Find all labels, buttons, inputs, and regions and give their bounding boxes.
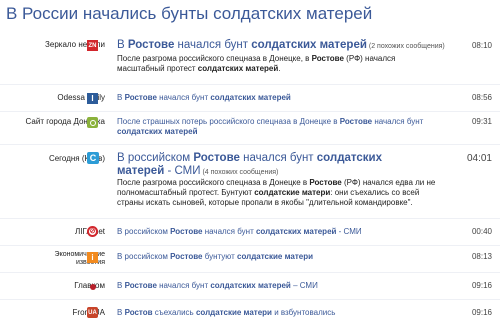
text-fragment: В российском: [117, 227, 171, 236]
text-fragment: начался бунт: [174, 39, 252, 51]
keyword-highlight: Ростове: [339, 117, 373, 126]
story-row-glavkom: Главком В Ростове начался бунт солдатски…: [0, 276, 500, 298]
story-row-zerkalo: Зеркало недели ZN В Ростове начался бунт…: [0, 36, 500, 86]
story-title[interactable]: После страшных потерь российского спецна…: [117, 117, 452, 137]
segodnya-icon: C: [87, 152, 99, 164]
liga-net-icon: ⊘: [87, 226, 98, 237]
divider: [0, 272, 500, 273]
text-fragment: - СМИ: [164, 165, 201, 177]
story-title[interactable]: В Ростове начался бунт солдатских матере…: [117, 93, 447, 103]
text-fragment: После разгрома российского спецназа в До…: [117, 178, 310, 187]
text-fragment: После страшных потерь российского спецна…: [117, 117, 340, 126]
text-fragment: и взбунтовались: [271, 308, 336, 317]
divider: [0, 245, 500, 246]
keyword-highlight: солдатские матери: [237, 252, 314, 261]
story-time: 00:40: [471, 227, 492, 236]
keyword-highlight: Ростов: [124, 308, 153, 317]
story-title[interactable]: В российском Ростове бунтуют солдатские …: [117, 252, 447, 262]
divider: [0, 144, 500, 145]
keyword-highlight: солдатских матерей: [251, 39, 367, 51]
economic-news-icon: i: [87, 252, 98, 263]
story-row-donetsk: Сайт города Донецка После страшных потер…: [0, 113, 500, 143]
keyword-highlight: Ростове: [311, 54, 344, 63]
text-fragment: В: [117, 39, 128, 51]
from-ua-icon: UA: [87, 307, 98, 318]
story-row-from-ua: From-UA UA В Ростов съехались солдатские…: [0, 302, 500, 324]
text-fragment: бунтуют: [202, 252, 237, 261]
keyword-highlight: солдатских матерей: [210, 281, 291, 290]
glavkom-icon: [87, 281, 98, 292]
story-title[interactable]: В Ростове начался бунт солдатских матере…: [117, 39, 447, 53]
keyword-highlight: солдатские матери: [195, 308, 272, 317]
keyword-highlight: Ростове: [170, 227, 203, 236]
keyword-highlight: Ростове: [309, 178, 342, 187]
story-time: 08:56: [471, 93, 492, 102]
keyword-highlight: Ростове: [124, 281, 157, 290]
keyword-highlight: Ростове: [170, 252, 203, 261]
keyword-highlight: солдатских матерей: [255, 227, 337, 236]
story-title[interactable]: В российском Ростове начался бунт солдат…: [117, 152, 417, 179]
story-time: 09:16: [471, 308, 492, 317]
text-fragment: В: [117, 308, 125, 317]
keyword-highlight: солдатских матерей: [197, 64, 279, 73]
text-fragment: начался бунт: [202, 227, 256, 236]
divider: [0, 111, 500, 112]
story-row-liga: ЛІГА.net ⊘ В российском Ростове начался …: [0, 220, 500, 244]
text-fragment: начался бунт: [372, 117, 424, 126]
story-row-segodnya: Сегодня (Киев) C В российском Ростове на…: [0, 148, 500, 208]
story-title[interactable]: В Ростов съехались солдатские матери и в…: [117, 308, 447, 318]
similar-count[interactable]: (4 похожих сообщения): [201, 169, 278, 176]
zn-icon: ZN: [87, 40, 98, 51]
text-fragment: начался бунт: [156, 281, 211, 290]
text-fragment: – СМИ: [290, 281, 318, 290]
similar-count[interactable]: (2 похожих сообщения): [367, 43, 445, 50]
keyword-highlight: Ростове: [193, 152, 240, 164]
story-time: 04:01: [466, 153, 492, 164]
text-fragment: В российском: [117, 252, 171, 261]
text-fragment: съехались: [152, 308, 196, 317]
keyword-highlight: Ростове: [124, 93, 157, 102]
odessa-daily-icon: I: [87, 93, 98, 104]
text-fragment: .: [278, 64, 281, 73]
story-time: 08:10: [471, 41, 492, 50]
donetsk-site-icon: [87, 117, 98, 128]
divider: [0, 84, 500, 85]
divider: [0, 299, 500, 300]
keyword-highlight: Ростове: [127, 39, 175, 51]
story-title[interactable]: В российском Ростове начался бунт солдат…: [117, 227, 447, 237]
story-row-odessa-daily: Odessa Daily I В Ростове начался бунт со…: [0, 88, 500, 110]
story-time: 08:13: [471, 252, 492, 261]
keyword-highlight: солдатских матерей: [117, 127, 198, 136]
text-fragment: После разгрома российского спецназа в До…: [117, 54, 312, 63]
story-snippet: После разгрома российского спецназа в До…: [117, 178, 447, 208]
keyword-highlight: солдатские матери: [254, 188, 331, 197]
story-headline[interactable]: В России начались бунты солдатских матер…: [6, 4, 372, 24]
divider: [0, 218, 500, 219]
story-time: 09:31: [471, 117, 492, 126]
text-fragment: - СМИ: [336, 227, 362, 236]
story-row-economic-news: Экономические известия i В российском Ро…: [0, 247, 500, 271]
story-snippet: После разгрома российского спецназа в До…: [117, 54, 437, 74]
keyword-highlight: солдатских матерей: [210, 93, 291, 102]
text-fragment: начался бунт: [156, 93, 211, 102]
text-fragment: начался бунт: [239, 152, 317, 164]
story-title[interactable]: В Ростове начался бунт солдатских матере…: [117, 281, 447, 291]
text-fragment: В российском: [117, 152, 194, 164]
text-fragment: В: [117, 281, 125, 290]
story-time: 09:16: [471, 281, 492, 290]
text-fragment: В: [117, 93, 125, 102]
